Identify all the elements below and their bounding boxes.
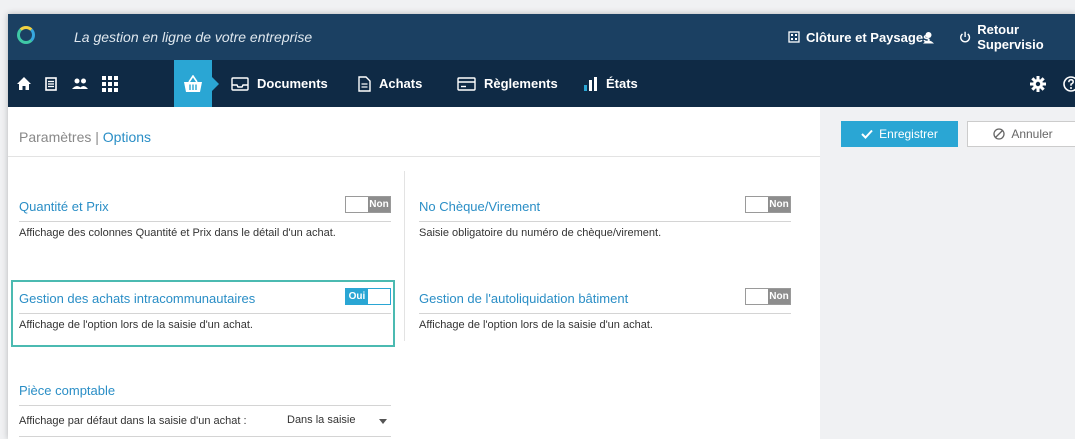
option-rule-bottom (19, 436, 391, 437)
cancel-button[interactable]: Annuler (967, 121, 1075, 147)
option-piece-comptable: Pièce comptable Affichage par défaut dan… (19, 383, 391, 439)
option-rule (419, 313, 791, 314)
app-tagline: La gestion en ligne de votre entreprise (74, 29, 313, 45)
options-content: Paramètres | Options Quantité et Prix No… (8, 107, 820, 439)
toggle-knob (346, 197, 368, 212)
bar-chart-icon (584, 76, 597, 91)
toggle-knob (746, 197, 768, 212)
option-description: Affichage des colonnes Quantité et Prix … (19, 227, 336, 239)
breadcrumb-divider (8, 156, 820, 157)
nav-etats[interactable]: États (584, 60, 638, 107)
nav-reglements-label: Règlements (484, 76, 558, 91)
user-icon (923, 31, 934, 43)
power-icon (960, 31, 971, 43)
shopping-basket-icon (184, 74, 202, 92)
nav-achats-label: Achats (379, 76, 423, 91)
option-toggle[interactable]: Oui (345, 288, 391, 305)
check-icon (861, 129, 873, 139)
breadcrumb-current: Options (102, 129, 152, 145)
nav-achats[interactable]: Achats (358, 60, 422, 107)
nav-documents[interactable]: Documents (231, 60, 328, 107)
save-button[interactable]: Enregistrer (841, 121, 958, 147)
option-title: No Chèque/Virement (419, 199, 541, 214)
option-toggle[interactable]: Non (345, 196, 391, 213)
toggle-knob (746, 289, 768, 304)
help-icon[interactable] (1061, 60, 1075, 107)
option-toggle[interactable]: Non (745, 288, 791, 305)
option-title: Gestion des achats intracommunautaires (19, 291, 256, 306)
nav-etats-label: États (606, 76, 638, 91)
option-description: Saisie obligatoire du numéro de chèque/v… (419, 227, 662, 239)
option-description: Affichage de l'option lors de la saisie … (19, 319, 253, 331)
app-window: La gestion en ligne de votre entreprise … (8, 14, 1075, 439)
top-header: La gestion en ligne de votre entreprise … (8, 14, 1075, 60)
contacts-icon[interactable] (68, 60, 92, 107)
breadcrumb-parent[interactable]: Paramètres (19, 129, 91, 145)
piece-default-select[interactable]: Dans la saisie (287, 414, 391, 432)
option-toggle[interactable]: Non (745, 196, 791, 213)
app-logo[interactable] (17, 26, 35, 44)
apps-grid-icon[interactable] (98, 60, 122, 107)
column-divider (404, 171, 405, 341)
nav-documents-label: Documents (257, 76, 328, 91)
option-rule (19, 313, 391, 314)
toggle-label: Oui (346, 289, 368, 304)
breadcrumb-separator: | (95, 129, 99, 145)
building-icon (788, 31, 800, 43)
option-title: Pièce comptable (19, 383, 116, 398)
supervision-label: Retour Supervisio (977, 22, 1044, 52)
option-title: Gestion de l'autoliquidation bâtiment (419, 291, 629, 306)
home-icon[interactable] (12, 60, 36, 107)
piece-default-label: Affichage par défaut dans la saisie d'un… (19, 415, 247, 427)
user-menu[interactable] (922, 14, 935, 60)
toggle-label: Non (768, 289, 790, 304)
credit-card-icon (457, 76, 476, 91)
option-rule (19, 221, 391, 222)
company-name: Clôture et Paysages (806, 29, 931, 45)
settings-gear-icon[interactable] (1027, 60, 1049, 107)
toggle-label: Non (368, 197, 390, 212)
chevron-down-icon (379, 419, 387, 424)
inbox-icon (231, 76, 249, 91)
company-switcher[interactable]: Clôture et Paysages (788, 14, 930, 60)
option-rule (419, 221, 791, 222)
nav-shopping-basket[interactable] (174, 60, 219, 107)
toggle-knob (368, 289, 390, 304)
file-icon (358, 75, 371, 92)
option-title: Quantité et Prix (19, 199, 109, 214)
actions-panel: Enregistrer Annuler (820, 107, 1075, 439)
nav-reglements[interactable]: Règlements (457, 60, 558, 107)
save-label: Enregistrer (879, 127, 938, 141)
select-value: Dans la saisie (287, 414, 356, 426)
option-rule (19, 405, 391, 406)
supervision-link[interactable]: Retour Supervisio (959, 14, 1075, 60)
cancel-circle-icon (993, 128, 1005, 140)
main-nav: Documents Achats Règlements États (8, 60, 1075, 107)
document-list-icon[interactable] (40, 60, 62, 107)
toggle-label: Non (768, 197, 790, 212)
breadcrumb: Paramètres | Options (19, 129, 151, 145)
option-description: Affichage de l'option lors de la saisie … (419, 319, 653, 331)
cancel-label: Annuler (1011, 127, 1053, 141)
